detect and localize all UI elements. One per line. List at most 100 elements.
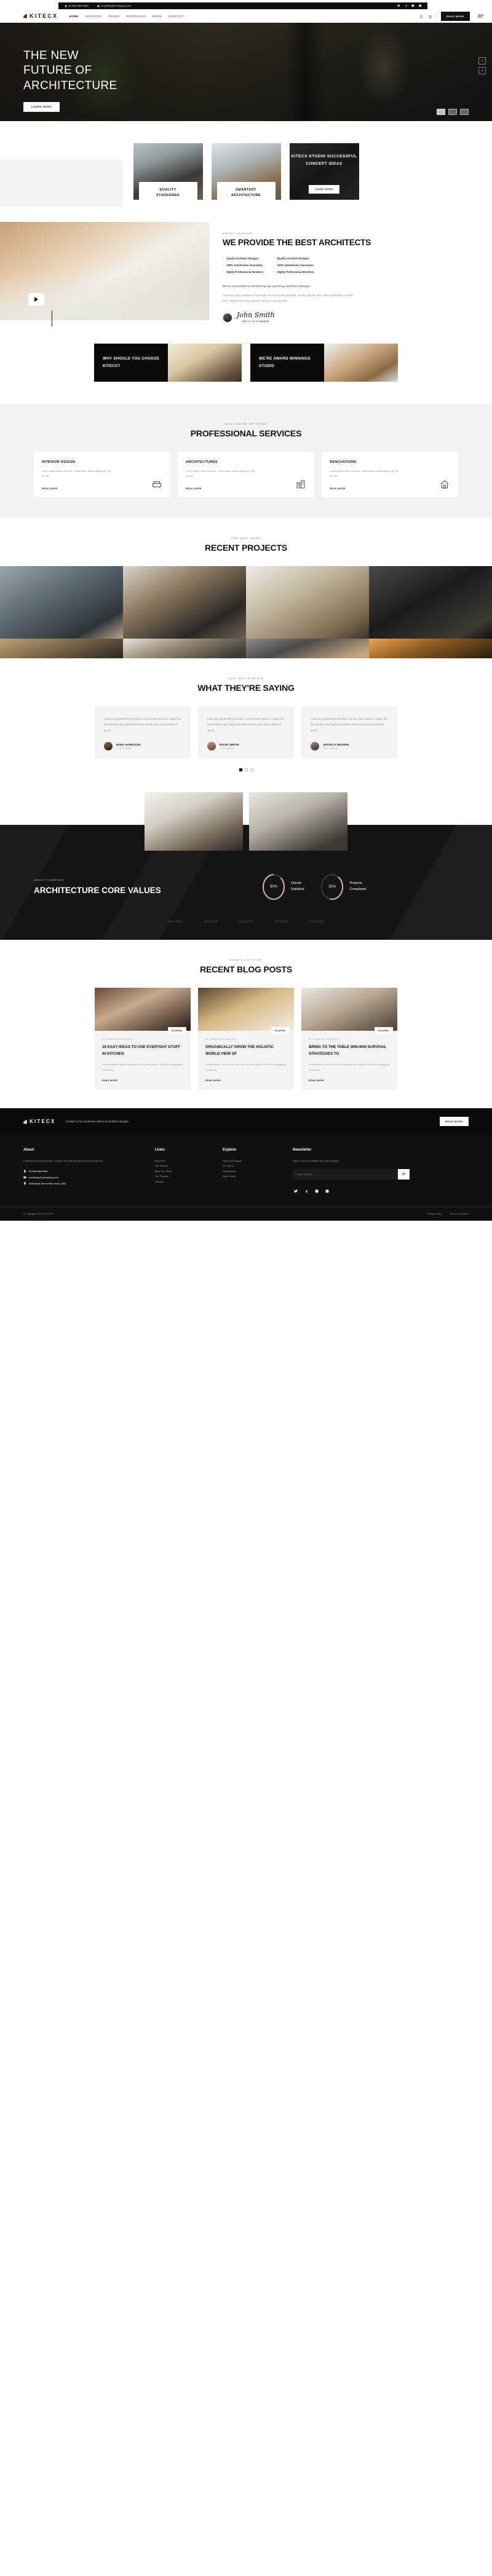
split-banner-award[interactable]: WE'RE AWARD WINNINGS STUDIO [250,343,398,382]
site-logo[interactable]: KITECX [23,13,58,19]
facebook-icon[interactable] [405,4,408,7]
privacy-policy-link[interactable]: Privacy Policy [427,1213,442,1215]
project-tile[interactable] [246,565,369,639]
list-item: / Quality Architect Designs [223,256,259,260]
instagram-icon[interactable] [418,4,422,7]
hero-thumb-2[interactable] [448,109,457,115]
blog-title[interactable]: BRING TO THE TABLE WIN-WIN SURVIVAL STRA… [309,1044,390,1057]
blog-card[interactable]: 26 APRIL BY ADMIN NO COMMENTS ORGANICALL… [198,988,294,1090]
twitter-icon[interactable] [293,1188,299,1194]
twitter-icon[interactable] [397,4,400,7]
blog-excerpt: Lorem ipsum is simply free text used by … [205,1063,287,1071]
feature-card-quality[interactable]: QUALITY STANDARDS [133,143,203,204]
blog-read-more[interactable]: READ MORE [205,1079,287,1082]
feature-card-promo[interactable]: KITECX STUDIO SUCCESSFUL CONCEPT IDEAS L… [289,143,359,200]
hero-learn-more-button[interactable]: LEARN MORE [23,101,60,112]
pinterest-icon[interactable] [314,1188,320,1194]
phone-icon [24,1170,26,1173]
service-read-more[interactable]: READ MORE [186,487,306,490]
project-tile[interactable] [0,638,123,658]
blog-card[interactable]: 26 APRIL BY ADMIN NO COMMENTS 16 EASY ID… [95,988,191,1090]
slider-next-icon[interactable]: › [478,67,486,74]
newsletter-submit-button[interactable]: ✉ [397,1169,410,1180]
footer-link[interactable]: Meet Our Team [155,1169,208,1174]
nav-cta-button[interactable]: READ MORE [441,11,470,21]
blog-image: 26 APRIL [301,988,397,1034]
search-icon[interactable] [419,10,424,22]
nav-item-contact[interactable]: CONTACT [169,15,184,18]
service-card-interior-design[interactable]: INTERIOR DESIGN Lorem ipsum dolor sit am… [34,451,170,497]
building-logo-icon [23,14,27,18]
video-play-button[interactable] [28,293,44,305]
dribbble-icon[interactable] [411,4,415,7]
blog-date-badge: 26 APRIL [168,1027,186,1034]
nav-actions: READ MORE [419,10,483,22]
pagination-dot-1[interactable] [239,768,242,772]
footer-link[interactable]: About Us [155,1159,208,1164]
project-tile[interactable] [123,638,246,658]
slider-prev-icon[interactable]: ‹ [478,57,486,65]
hero-slider-arrows: ‹ › [478,57,486,74]
footer-about-column: About Lorem ipsum dolor sit amet, consec… [23,1148,140,1194]
signature-role: CEO & CO FOUNDER [242,320,269,323]
testimonial-role: CUSTOMER [323,747,338,750]
project-tile[interactable] [0,565,123,639]
avatar [104,742,113,751]
testimonial-quote: I was very impresed by the kitecx servic… [311,717,388,732]
stat-projects-completed: 50% Projects Completed [320,873,367,901]
service-read-more[interactable]: READ MORE [330,487,450,490]
cta-button[interactable]: READ MORE [440,1117,469,1127]
terms-link[interactable]: Terms of Condition [449,1213,469,1215]
gallery-image-left[interactable] [145,792,243,851]
about-signature: John Smith CEO & CO FOUNDER [223,312,476,323]
project-tile[interactable] [369,638,492,658]
nav-item-home[interactable]: HOME [69,15,79,18]
project-tile[interactable] [369,565,492,639]
hamburger-menu-icon[interactable] [478,15,483,17]
pagination-dot-2[interactable] [244,768,248,772]
nav-item-portfolio[interactable]: PORTFOLIO [127,15,146,18]
footer-link[interactable]: Our Projects [155,1174,208,1179]
blog-card[interactable]: 26 APRIL BY ADMIN NO COMMENTS BRING TO T… [301,988,397,1090]
cta-logo[interactable]: KITECX [23,1119,56,1124]
blog-read-more[interactable]: READ MORE [309,1079,390,1082]
promo-learn-more-button[interactable]: LEARN MORE [308,185,340,194]
service-card-architectures[interactable]: ARCHITECTURES Lorem ipsum dolor sit amet… [178,451,314,497]
footer-link[interactable]: Help Center [223,1174,278,1179]
facebook-icon[interactable] [303,1188,309,1194]
service-title: INTERIOR DESIGN [42,460,76,464]
instagram-icon[interactable] [324,1188,330,1194]
blog-title[interactable]: ORGANICALLY GROW THE HOLISTIC WORLD VIEW… [205,1044,287,1057]
footer-phone[interactable]: 92 666 888 0000 [23,1170,140,1173]
nav-item-news[interactable]: NEWS [152,15,162,18]
blog-excerpt: Lorem ipsum is simply free text used by … [309,1063,390,1071]
footer-link[interactable]: Our Menu [223,1164,278,1168]
footer-link[interactable]: Types of Designs [223,1159,278,1164]
project-tile[interactable] [123,565,246,639]
feature-card-architecture[interactable]: SMARTEST ARCHITECTURE [211,143,281,204]
gallery-image-right[interactable] [249,792,347,851]
split-banner-why-choose[interactable]: WHY SHOULD YOU CHOOSE KITECS? [94,343,242,382]
pagination-dot-3[interactable] [250,768,253,772]
topbar-email[interactable]: needhelp@company.com [97,4,131,7]
blog-read-more[interactable]: READ MORE [102,1079,183,1082]
nav-item-services[interactable]: SERVICES [85,15,102,18]
footer-explore-title: Explore [223,1148,237,1152]
topbar-phone[interactable]: 92 666 888 0000 [65,4,89,7]
nav-item-pages[interactable]: PAGES [109,15,120,18]
footer-link[interactable]: Our Mission [155,1164,208,1168]
brand-logos: envato envato envato envato envato [0,920,492,940]
hero-thumb-1[interactable] [437,109,445,115]
footer-link[interactable]: Contact [155,1180,208,1184]
newsletter-email-input[interactable] [293,1169,398,1180]
projects-heading: RECENT PROJECTS [205,542,287,553]
footer-email[interactable]: needhelp@company.com [23,1176,140,1179]
hero-thumb-3[interactable] [460,109,469,115]
footer-link[interactable]: Latest News [223,1169,278,1174]
blog-title[interactable]: 16 EASY IDEAS TO USE EVERYDAY STUFF IN K… [102,1044,183,1057]
project-tile[interactable] [246,638,369,658]
footer-bottom-links: Privacy Policy Terms of Condition [427,1213,469,1215]
cart-icon[interactable] [428,10,432,22]
service-card-renovations[interactable]: RENOVATIONS Lorem ipsum dolor sit amet, … [322,451,458,497]
service-read-more[interactable]: READ MORE [42,487,162,490]
